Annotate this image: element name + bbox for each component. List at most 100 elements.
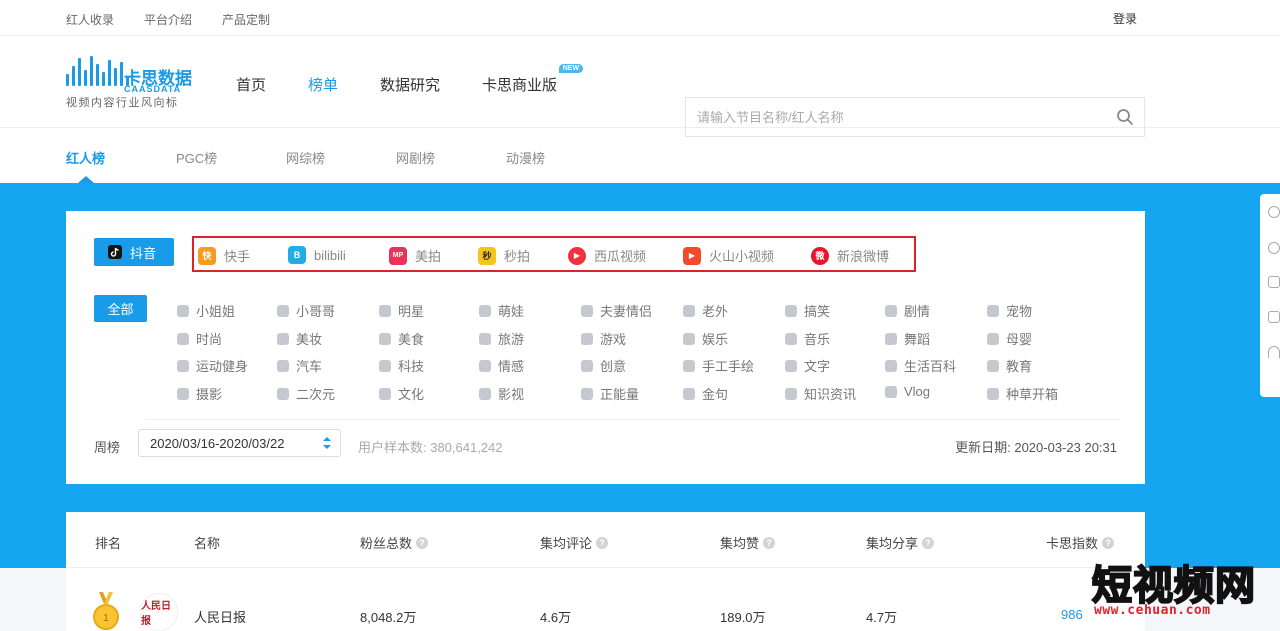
week-range-select[interactable]: 2020/03/16-2020/03/22 [138, 429, 341, 457]
platform-huoshan[interactable]: ▶ 火山小视频 [683, 246, 774, 265]
platform-meipai-label: 美拍 [415, 249, 442, 264]
category-item[interactable]: 宠物 [986, 301, 1032, 320]
category-item[interactable]: 文字 [784, 356, 830, 375]
platform-weibo[interactable]: 微 新浪微博 [811, 246, 889, 265]
category-item[interactable]: 科技 [378, 356, 424, 375]
document-icon[interactable] [1268, 311, 1280, 323]
category-item[interactable]: 音乐 [784, 329, 830, 348]
category-item[interactable]: 运动健身 [176, 356, 248, 375]
logo-bars-icon [66, 56, 129, 86]
help-icon[interactable]: ? [1102, 536, 1115, 549]
category-item[interactable]: 小姐姐 [176, 301, 235, 320]
help-icon[interactable]: ? [596, 536, 609, 549]
platform-kuaishou[interactable]: 快 快手 [198, 246, 250, 265]
category-item[interactable]: 文化 [378, 384, 424, 403]
help-icon[interactable]: ? [922, 536, 935, 549]
select-arrows-icon [323, 437, 331, 449]
category-icon [784, 359, 798, 373]
category-item[interactable]: 美妆 [276, 329, 322, 348]
platforms-highlight-box: 快 快手 B bilibili MP 美拍 秒 秒拍 ▶ 西瓜视频 ▶ 火山小视… [192, 236, 916, 272]
category-icon [884, 332, 898, 346]
tab-influencer[interactable]: 红人榜 [66, 148, 105, 167]
row-name[interactable]: 人民日报 [194, 607, 246, 626]
category-item[interactable]: 夫妻情侣 [580, 301, 652, 320]
category-item[interactable]: 明星 [378, 301, 424, 320]
category-label: 金句 [702, 387, 729, 402]
category-icon [176, 332, 190, 346]
period-label: 周榜 [94, 440, 121, 455]
ranking-table: 排名 名称 粉丝总数? 集均评论? 集均赞? 集均分享? 卡思指数? 1 人民日… [66, 512, 1145, 631]
platform-xigua[interactable]: ▶ 西瓜视频 [568, 246, 646, 265]
header-rank-label: 排名 [95, 536, 122, 551]
category-item[interactable]: 生活百科 [884, 356, 956, 375]
category-label: 知识资讯 [804, 387, 857, 402]
nav-item-business[interactable]: 卡思商业版 NEW [482, 64, 584, 95]
category-item[interactable]: Vlog [884, 384, 930, 399]
phone-icon[interactable] [1268, 276, 1280, 288]
category-item[interactable]: 剧情 [884, 301, 930, 320]
platform-xigua-label: 西瓜视频 [594, 249, 647, 264]
platform-douyin-button[interactable]: 抖音 [94, 238, 174, 266]
category-icon [378, 387, 392, 401]
category-item[interactable]: 创意 [580, 356, 626, 375]
category-item[interactable]: 母婴 [986, 329, 1032, 348]
back-to-top-icon[interactable] [1268, 346, 1280, 358]
category-item[interactable]: 手工手绘 [682, 356, 754, 375]
category-item[interactable]: 萌娃 [478, 301, 524, 320]
tab-pgc[interactable]: PGC榜 [176, 148, 217, 167]
tab-anime[interactable]: 动漫榜 [506, 148, 545, 167]
login-link[interactable]: 登录 [1113, 10, 1137, 27]
category-item[interactable]: 二次元 [276, 384, 335, 403]
chat-icon[interactable] [1268, 242, 1280, 254]
platform-meipai[interactable]: MP 美拍 [389, 246, 441, 265]
logo[interactable]: 卡思数据 CAASDATA 视频内容行业风向标 [66, 52, 196, 112]
category-item[interactable]: 游戏 [580, 329, 626, 348]
category-item[interactable]: 旅游 [478, 329, 524, 348]
row-shares: 4.7万 [866, 610, 898, 625]
category-label: 游戏 [600, 332, 627, 347]
category-item[interactable]: 搞笑 [784, 301, 830, 320]
category-icon [580, 332, 594, 346]
category-icon [884, 304, 898, 318]
category-item[interactable]: 时尚 [176, 329, 222, 348]
category-item[interactable]: 情感 [478, 356, 524, 375]
top-link-collect[interactable]: 红人收录 [66, 11, 114, 28]
category-label: 夫妻情侣 [600, 304, 653, 319]
category-item[interactable]: 知识资讯 [784, 384, 856, 403]
category-label: 汽车 [296, 359, 323, 374]
category-item[interactable]: 汽车 [276, 356, 322, 375]
tab-drama[interactable]: 网剧榜 [396, 148, 435, 167]
category-item[interactable]: 美食 [378, 329, 424, 348]
category-item[interactable]: 金句 [682, 384, 728, 403]
gold-medal-icon: 1 [93, 592, 119, 630]
help-icon[interactable]: ? [416, 536, 429, 549]
headset-icon[interactable] [1268, 206, 1280, 218]
category-item[interactable]: 教育 [986, 356, 1032, 375]
category-item[interactable]: 种草开箱 [986, 384, 1058, 403]
help-icon[interactable]: ? [763, 536, 776, 549]
category-icon [478, 359, 492, 373]
category-item[interactable]: 正能量 [580, 384, 639, 403]
platform-miaopai[interactable]: 秒 秒拍 [478, 246, 530, 265]
category-item[interactable]: 小哥哥 [276, 301, 335, 320]
category-item[interactable]: 摄影 [176, 384, 222, 403]
category-item[interactable]: 舞蹈 [884, 329, 930, 348]
category-label: 文化 [398, 387, 425, 402]
tab-variety[interactable]: 网综榜 [286, 148, 325, 167]
category-label: 情感 [498, 359, 525, 374]
category-item[interactable]: 老外 [682, 301, 728, 320]
nav-item-home[interactable]: 首页 [236, 74, 266, 95]
top-link-intro[interactable]: 平台介绍 [144, 11, 192, 28]
avatar[interactable]: 人民日报 [140, 593, 178, 631]
top-link-custom[interactable]: 产品定制 [222, 11, 270, 28]
search-icon[interactable] [1116, 108, 1134, 126]
category-label: 二次元 [296, 387, 336, 402]
category-item[interactable]: 影视 [478, 384, 524, 403]
category-icon [884, 385, 898, 399]
category-item[interactable]: 娱乐 [682, 329, 728, 348]
category-all-button[interactable]: 全部 [94, 295, 147, 322]
top-links: 红人收录 平台介绍 产品定制 [66, 11, 270, 28]
platform-bilibili[interactable]: B bilibili [288, 246, 346, 264]
nav-item-rankings[interactable]: 榜单 [308, 74, 338, 95]
nav-item-research[interactable]: 数据研究 [380, 74, 440, 95]
